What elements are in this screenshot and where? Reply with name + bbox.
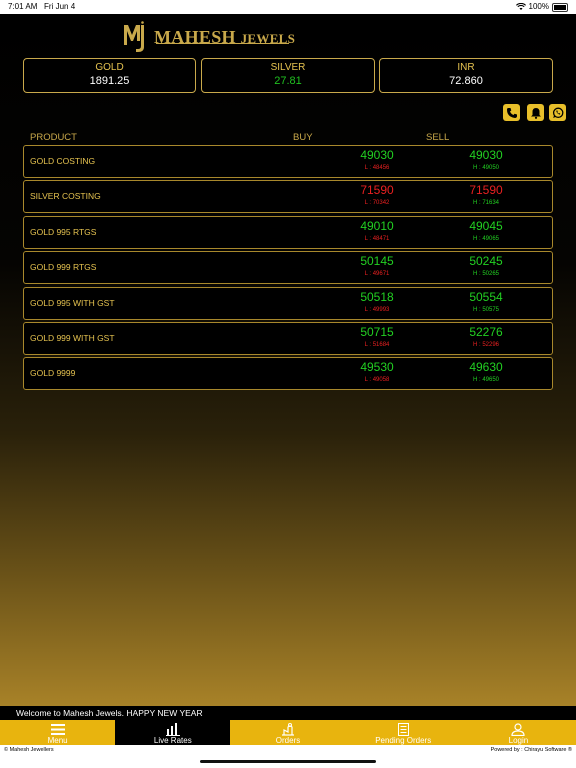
- table-row[interactable]: GOLD 995 WITH GST 50518 L : 49993 50554 …: [23, 287, 553, 320]
- orders-icon: [282, 722, 294, 736]
- home-indicator[interactable]: [200, 760, 376, 763]
- status-time: 7:01 AM: [8, 2, 38, 11]
- sell-price: 49630: [469, 360, 503, 374]
- buy-low: L : 49993: [364, 307, 390, 313]
- whatsapp-icon: [552, 107, 563, 118]
- header-buy: BUY: [293, 132, 313, 143]
- buy-low: L : 49671: [364, 271, 390, 277]
- chart-icon: [165, 722, 180, 736]
- buy-price: 49030: [360, 148, 394, 162]
- sell-price: 49045: [469, 219, 503, 233]
- footer-copyright: © Mahesh Jewellers: [4, 747, 54, 753]
- sell-high: H : 49065: [472, 236, 500, 242]
- tab-pending-orders[interactable]: Pending Orders: [345, 720, 461, 745]
- buy-price: 50145: [360, 254, 394, 268]
- header-sell: SELL: [426, 132, 450, 143]
- buy-low: L : 49058: [364, 377, 390, 383]
- tab-label: Orders: [275, 736, 301, 745]
- bell-icon: [530, 107, 541, 119]
- status-right: 100%: [515, 0, 568, 14]
- rate-box-gold: GOLD 1891.25: [23, 58, 196, 93]
- header-product: PRODUCT: [30, 132, 77, 143]
- tab-label: Menu: [47, 736, 68, 745]
- tab-menu[interactable]: Menu: [0, 720, 116, 745]
- footer: © Mahesh Jewellers Powered by : Chirayu …: [0, 745, 576, 755]
- whatsapp-button[interactable]: [549, 104, 566, 121]
- product-name: GOLD COSTING: [30, 156, 96, 166]
- product-name: GOLD 999 RTGS: [30, 262, 97, 272]
- brand-underline: [156, 43, 289, 44]
- buy-price: 49010: [360, 219, 394, 233]
- sell-price: 50245: [469, 254, 503, 268]
- brand-mark-icon: [124, 21, 144, 52]
- tab-login[interactable]: Login: [460, 720, 576, 745]
- tab-label: Live Rates: [153, 736, 192, 745]
- table-row[interactable]: GOLD COSTING 49030 L : 48456 49030 H : 4…: [23, 145, 553, 178]
- bottom-tab-bar: Menu Live Rates Orders Pending Orders Lo…: [0, 720, 576, 745]
- sell-price: 50554: [469, 290, 503, 304]
- rate-value: 1891.25: [89, 75, 130, 87]
- battery-percent: 100%: [528, 2, 549, 11]
- footer-powered-by: Powered by : Chirayu Software ®: [490, 747, 572, 753]
- tab-label: Login: [508, 736, 529, 745]
- product-name: SILVER COSTING: [30, 191, 101, 201]
- buy-low: L : 51684: [364, 342, 390, 348]
- document-icon: [397, 722, 409, 736]
- wifi-icon: [515, 3, 526, 10]
- table-row[interactable]: GOLD 999 WITH GST 50715 L : 51684 52276 …: [23, 322, 553, 355]
- table-row[interactable]: SILVER COSTING 71590 L : 70342 71590 H :…: [23, 180, 553, 213]
- table-row[interactable]: GOLD 995 RTGS 49010 L : 48471 49045 H : …: [23, 216, 553, 249]
- sell-price: 52276: [469, 325, 503, 339]
- notifications-button[interactable]: [527, 104, 544, 121]
- buy-price: 71590: [360, 183, 394, 197]
- buy-price: 49530: [360, 360, 394, 374]
- sell-high: H : 71634: [472, 200, 500, 206]
- sell-high: H : 49650: [472, 377, 500, 383]
- table-row[interactable]: GOLD 9999 49530 L : 49058 49630 H : 4965…: [23, 357, 553, 390]
- status-date: Fri Jun 4: [44, 2, 76, 11]
- phone-icon: [506, 107, 517, 118]
- sell-high: H : 49050: [472, 165, 500, 171]
- rate-value: 27.81: [274, 75, 302, 87]
- product-name: GOLD 995 RTGS: [30, 227, 97, 237]
- news-ticker: Welcome to Mahesh Jewels. HAPPY NEW YEAR: [0, 706, 576, 720]
- rate-value: 72.860: [449, 75, 483, 87]
- rate-title: SILVER: [270, 62, 306, 73]
- buy-low: L : 48456: [364, 165, 390, 171]
- buy-low: L : 70342: [364, 200, 390, 206]
- product-name: GOLD 999 WITH GST: [30, 333, 115, 343]
- sell-high: H : 50575: [472, 307, 500, 313]
- buy-low: L : 48471: [364, 236, 390, 242]
- rate-title: GOLD: [95, 62, 124, 73]
- status-time-date: 7:01 AM Fri Jun 4: [8, 0, 75, 14]
- sell-price: 49030: [469, 148, 503, 162]
- product-name: GOLD 9999: [30, 368, 76, 378]
- tab-live-rates[interactable]: Live Rates: [115, 720, 231, 745]
- call-button[interactable]: [503, 104, 520, 121]
- brand-logo: MAHESH JEWELS: [122, 19, 295, 55]
- app-screen: MAHESH JEWELS GOLD 1891.25 SILVER 27.81 …: [0, 14, 576, 706]
- ticker-text: Welcome to Mahesh Jewels. HAPPY NEW YEAR: [16, 708, 203, 718]
- menu-icon: [50, 723, 65, 735]
- sell-high: H : 50265: [472, 271, 500, 277]
- product-name: GOLD 995 WITH GST: [30, 298, 115, 308]
- tab-label: Pending Orders: [375, 736, 432, 745]
- status-bar: 7:01 AM Fri Jun 4 100%: [0, 0, 576, 14]
- buy-price: 50715: [360, 325, 394, 339]
- sell-price: 71590: [469, 183, 503, 197]
- table-row[interactable]: GOLD 999 RTGS 50145 L : 49671 50245 H : …: [23, 251, 553, 284]
- rate-box-silver: SILVER 27.81: [201, 58, 375, 93]
- battery-icon: [552, 2, 568, 12]
- brand-name: MAHESH JEWELS: [154, 27, 295, 48]
- rate-box-inr: INR 72.860: [379, 58, 553, 93]
- rate-title: INR: [457, 62, 475, 73]
- sell-high: H : 52296: [472, 342, 500, 348]
- login-icon: [511, 722, 526, 736]
- home-indicator-area: [0, 755, 576, 768]
- buy-price: 50518: [360, 290, 394, 304]
- tab-orders[interactable]: Orders: [230, 720, 346, 745]
